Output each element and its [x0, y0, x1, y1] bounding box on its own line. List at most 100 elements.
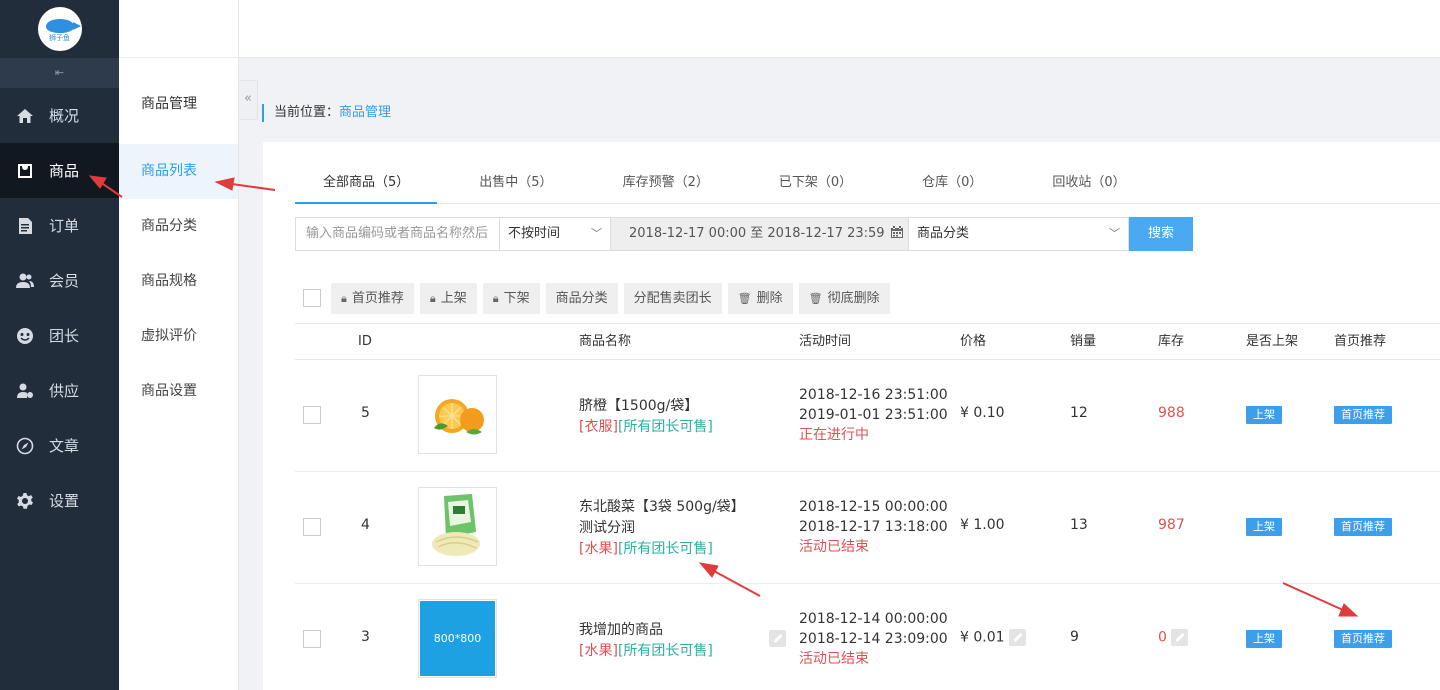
on-shelf-badge[interactable]: 上架	[1246, 406, 1282, 424]
sidebar-item-settings[interactable]: 设置	[0, 473, 119, 528]
orange-image	[433, 398, 484, 434]
sidebar-item-members[interactable]: 会员	[0, 253, 119, 308]
edit-name-icon[interactable]	[769, 630, 786, 647]
goods-tabs: 全部商品（5） 出售中（5） 库存预警（2） 已下架（0） 仓库（0） 回收站（…	[295, 162, 1440, 204]
sidebar-item-label: 团长	[49, 327, 80, 345]
sidebar-item-articles[interactable]: 文章	[0, 418, 119, 473]
home-recommend-badge[interactable]: 首页推荐	[1334, 518, 1392, 536]
sidebar-item-overview[interactable]: 概况	[0, 88, 119, 143]
sidebar-item-orders[interactable]: 订单	[0, 198, 119, 253]
product-price: ¥ 0.01	[960, 629, 1005, 646]
search-input[interactable]: 输入商品编码或者商品名称然后	[295, 217, 500, 251]
delete-permanently-button[interactable]: 🗑︎ 彻底删除	[798, 282, 890, 314]
activity-end: 2019-01-01 23:51:00	[799, 407, 948, 423]
logo[interactable]: 狮子鱼	[0, 0, 119, 58]
tab-stock-warning[interactable]: 库存预警（2）	[595, 162, 737, 204]
header-home-recommend: 首页推荐	[1334, 334, 1387, 349]
recommend-badge-wrap: 首页推荐	[1334, 630, 1392, 648]
home-recommend-badge[interactable]: 首页推荐	[1334, 406, 1392, 424]
tab-warehouse[interactable]: 仓库（0）	[894, 162, 1010, 204]
category-tag: [衣服]	[579, 419, 618, 435]
tab-recycle-bin[interactable]: 回收站（0）	[1024, 162, 1153, 204]
recommend-home-button[interactable]: 🔒︎ 首页推荐	[331, 282, 414, 314]
product-stock: 987	[1158, 517, 1185, 533]
on-shelf-badge[interactable]: 上架	[1246, 630, 1282, 648]
category-tag: [水果]	[579, 643, 618, 659]
category-select[interactable]: 商品分类 ﹀	[909, 217, 1129, 251]
take-off-shelf-button[interactable]: 🔒︎ 下架	[482, 282, 540, 314]
sidebar-item-supply[interactable]: 供应	[0, 363, 119, 418]
product-tags: [水果][所有团长可售]	[579, 539, 745, 560]
breadcrumb-current[interactable]: 商品管理	[339, 105, 391, 120]
sidebar-collapse-button[interactable]: ⇤	[0, 58, 119, 88]
activity-start: 2018-12-14 00:00:00	[799, 611, 948, 627]
activity-end: 2018-12-14 23:09:00	[799, 631, 948, 647]
sidebar-item-label: 订单	[49, 217, 80, 235]
price-cell: ¥ 0.01	[960, 629, 1026, 646]
time-select[interactable]: 不按时间 ﹀	[500, 217, 611, 251]
product-name[interactable]: 脐橙【1500g/袋】	[579, 396, 713, 417]
date-range-input[interactable]: 2018-12-17 00:00 至 2018-12-17 23:59	[611, 217, 909, 251]
category-tag: [水果]	[579, 541, 618, 557]
home-recommend-badge[interactable]: 首页推荐	[1334, 630, 1392, 648]
edit-stock-icon[interactable]	[1170, 629, 1188, 646]
action-label: 上架	[440, 290, 467, 306]
table-row: 3 800*800 我增加的商品 [水果][所有团长可售] 2018-12-14…	[295, 584, 1440, 690]
product-thumbnail[interactable]	[418, 487, 497, 566]
delete-button[interactable]: 🗑︎ 删除	[727, 282, 793, 314]
activity-end: 2018-12-17 13:18:00	[799, 519, 948, 535]
product-thumbnail[interactable]: 800*800	[418, 599, 497, 678]
top-bar	[143, 0, 1440, 58]
sub-sidebar-collapse-button[interactable]: «	[238, 80, 258, 120]
row-checkbox[interactable]	[303, 518, 321, 536]
select-all-checkbox[interactable]	[303, 289, 321, 307]
product-thumbnail[interactable]	[418, 375, 497, 454]
set-category-button[interactable]: 商品分类	[545, 282, 618, 314]
search-button[interactable]: 搜索	[1129, 217, 1193, 251]
activity-time-cell: 2018-12-16 23:51:00 2019-01-01 23:51:00 …	[799, 385, 948, 445]
activity-start: 2018-12-16 23:51:00	[799, 387, 948, 403]
sub-sidebar-header	[119, 0, 238, 58]
assign-leader-button[interactable]: 分配售卖团长	[623, 282, 722, 314]
activity-start: 2018-12-15 00:00:00	[799, 499, 948, 515]
on-shelf-badge[interactable]: 上架	[1246, 518, 1282, 536]
sidebar-item-goods[interactable]: 商品	[0, 143, 119, 198]
pickled-cabbage-image	[431, 493, 480, 556]
tab-all-goods[interactable]: 全部商品（5）	[295, 162, 438, 204]
subnav-item-goods-settings[interactable]: 商品设置	[119, 364, 238, 419]
sub-sidebar-title-text: 商品管理	[141, 96, 197, 112]
header-stock: 库存	[1158, 334, 1185, 349]
subnav-item-goods-list[interactable]: 商品列表	[119, 144, 238, 199]
gear-icon	[16, 492, 34, 510]
sidebar-item-label: 文章	[49, 437, 80, 455]
put-on-shelf-button[interactable]: 🔒︎ 上架	[419, 282, 477, 314]
product-name[interactable]: 我增加的商品	[579, 620, 713, 641]
row-checkbox[interactable]	[303, 630, 321, 648]
tab-on-sale[interactable]: 出售中（5）	[451, 162, 580, 204]
product-stock: 0	[1158, 629, 1167, 646]
category-select-value: 商品分类	[917, 226, 970, 241]
bag-icon	[16, 162, 34, 180]
edit-price-icon[interactable]	[1008, 629, 1026, 646]
table-header: ID 商品名称 活动时间 价格 销量 库存 是否上架 首页推荐	[295, 323, 1440, 360]
fish-icon	[45, 19, 81, 33]
product-sales: 9	[1070, 629, 1079, 645]
lock-icon: 🔒︎	[429, 291, 436, 305]
stock-cell: 0	[1158, 629, 1188, 646]
on-shelf-badge-wrap: 上架	[1246, 630, 1282, 648]
sidebar-item-leaders[interactable]: 团长	[0, 308, 119, 363]
activity-time-cell: 2018-12-14 00:00:00 2018-12-14 23:09:00 …	[799, 609, 948, 669]
sidebar-item-label: 供应	[49, 382, 80, 400]
sidebar-item-label: 商品	[49, 162, 80, 180]
product-tags: [水果][所有团长可售]	[579, 641, 713, 662]
subnav-item-virtual-review[interactable]: 虚拟评价	[119, 309, 238, 364]
tab-off-shelf[interactable]: 已下架（0）	[751, 162, 880, 204]
sidebar-item-label: 概况	[49, 107, 80, 125]
product-name[interactable]: 东北酸菜【3袋 500g/袋】	[579, 497, 745, 518]
subnav-item-goods-spec[interactable]: 商品规格	[119, 254, 238, 309]
product-stock: 988	[1158, 405, 1185, 421]
subnav-item-goods-category[interactable]: 商品分类	[119, 199, 238, 254]
activity-status: 活动已结束	[799, 539, 869, 555]
recommend-badge-wrap: 首页推荐	[1334, 406, 1392, 424]
row-checkbox[interactable]	[303, 406, 321, 424]
